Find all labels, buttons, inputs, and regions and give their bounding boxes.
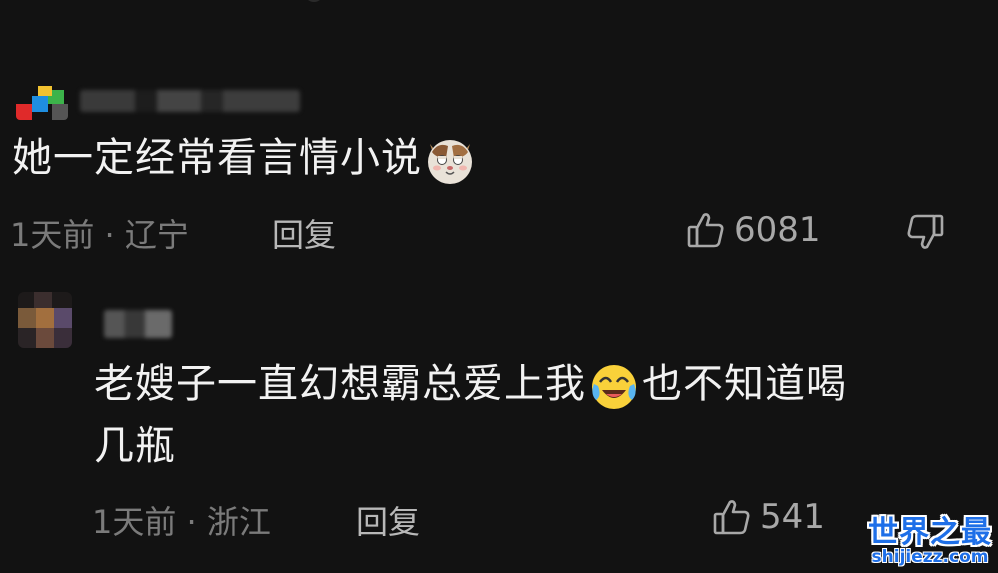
comment-text: 老嫂子一直幻想霸总爱上我 也不知道喝	[94, 356, 847, 412]
comment-text-line2: 几瓶	[94, 423, 176, 469]
thumbs-down-icon[interactable]	[905, 212, 945, 256]
reply-button[interactable]: 回复	[356, 497, 420, 543]
thumbs-up-icon	[686, 210, 726, 250]
watermark-title: 世界之最	[868, 515, 992, 550]
comment-text-line1-after: 也不知道喝	[642, 361, 847, 407]
comment-meta: 1天前 · 浙江	[92, 497, 271, 543]
thumbs-up-icon	[712, 497, 752, 537]
username-blurred[interactable]	[80, 90, 300, 112]
like-count: 541	[760, 497, 825, 537]
comment-meta: 1天前 · 辽宁	[10, 210, 189, 256]
watermark-url: shijiezz.com	[871, 547, 989, 567]
username-blurred[interactable]	[104, 310, 172, 338]
reply-button[interactable]: 回复	[272, 210, 336, 256]
comment-location: 辽宁	[124, 216, 189, 254]
like-count: 6081	[734, 210, 821, 250]
comment-location: 浙江	[206, 503, 271, 541]
cat-face-emoji-icon	[428, 140, 472, 184]
comment-text: 她一定经常看言情小说	[12, 130, 478, 186]
comment-text-line2-row: 几瓶	[94, 418, 176, 474]
meta-separator: ·	[104, 216, 115, 254]
like-button[interactable]: 541	[712, 497, 825, 537]
avatar[interactable]	[16, 86, 68, 120]
comment-text-content: 她一定经常看言情小说	[12, 135, 422, 181]
comment-time: 1天前	[92, 503, 177, 541]
comment-text-line1: 老嫂子一直幻想霸总爱上我	[94, 361, 586, 407]
meta-separator: ·	[186, 503, 197, 541]
site-watermark: 世界之最 shijiezz.com	[868, 507, 992, 567]
like-button[interactable]: 6081	[686, 210, 821, 250]
comment-time: 1天前	[10, 216, 95, 254]
avatar[interactable]	[18, 292, 72, 348]
tears-of-joy-emoji-icon	[592, 365, 636, 409]
previous-comment-remnant	[300, 0, 540, 8]
